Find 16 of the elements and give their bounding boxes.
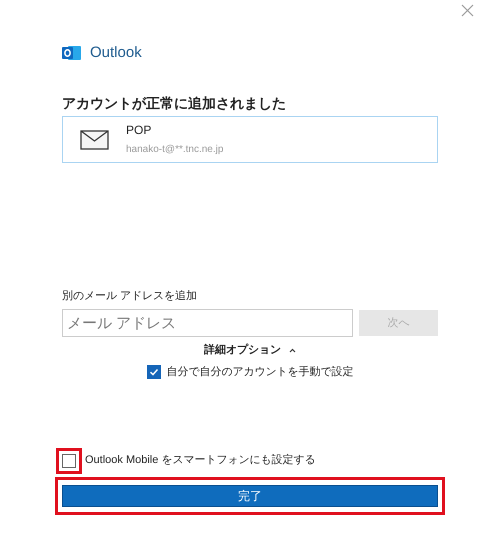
heading: アカウントが正常に追加されました xyxy=(62,94,287,113)
outlook-logo-icon xyxy=(62,43,82,63)
checkmark-icon xyxy=(148,367,158,378)
done-button[interactable]: 完了 xyxy=(62,484,438,506)
account-type: POP xyxy=(126,122,152,138)
advanced-options-toggle[interactable]: 詳細オプション xyxy=(204,342,281,358)
add-email-label: 別のメール アドレスを追加 xyxy=(62,289,198,304)
checkbox[interactable] xyxy=(146,365,160,380)
email-field[interactable]: メール アドレス xyxy=(62,309,354,337)
envelope-icon xyxy=(80,130,109,150)
manual-setup-label: 自分で自分のアカウントを手動で設定 xyxy=(166,364,354,380)
brand-name: Outlook xyxy=(90,42,142,63)
mobile-setup-label: Outlook Mobile をスマートフォンにも設定する xyxy=(85,452,316,468)
checkbox[interactable] xyxy=(62,454,76,468)
close-icon[interactable] xyxy=(461,4,474,17)
account-email: hanako-t@**.tnc.ne.jp xyxy=(126,143,224,157)
